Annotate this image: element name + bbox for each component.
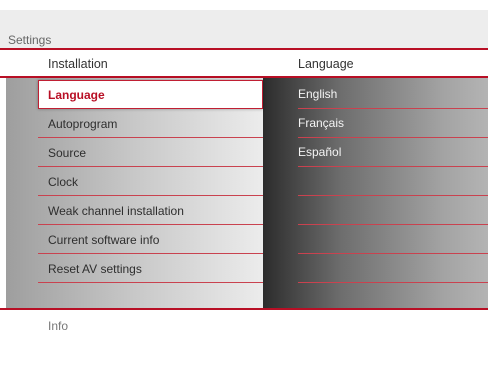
menu-item-label: Language xyxy=(48,88,105,102)
language-header: Language xyxy=(298,57,354,71)
option-empty xyxy=(298,225,488,254)
menu-item-label: Current software info xyxy=(48,233,160,247)
menu-item-current-software-info[interactable]: Current software info xyxy=(38,225,263,254)
option-english[interactable]: English xyxy=(298,80,488,109)
menu-item-label: Source xyxy=(48,146,87,160)
installation-header: Installation xyxy=(48,57,108,71)
menu-item-language[interactable]: Language xyxy=(38,80,263,109)
option-label: Français xyxy=(298,116,345,130)
option-empty xyxy=(298,196,488,225)
menu-item-label: Reset AV settings xyxy=(48,262,142,276)
info-label: Info xyxy=(48,319,69,333)
footer-divider xyxy=(0,308,488,310)
option-espanol[interactable]: Español xyxy=(298,138,488,167)
menu-item-label: Clock xyxy=(48,175,79,189)
option-francais[interactable]: Français xyxy=(298,109,488,138)
menu-item-source[interactable]: Source xyxy=(38,138,263,167)
menu-item-label: Weak channel installation xyxy=(48,204,184,218)
option-empty xyxy=(298,254,488,283)
option-label: English xyxy=(298,87,338,101)
menu-item-autoprogram[interactable]: Autoprogram xyxy=(38,109,263,138)
option-label: Español xyxy=(298,145,342,159)
page-title: Settings xyxy=(8,33,52,47)
option-empty xyxy=(298,167,488,196)
title-divider xyxy=(0,48,488,50)
title-bar xyxy=(0,10,488,48)
menu-item-weak-channel-installation[interactable]: Weak channel installation xyxy=(38,196,263,225)
menu-item-clock[interactable]: Clock xyxy=(38,167,263,196)
menu-item-reset-av-settings[interactable]: Reset AV settings xyxy=(38,254,263,283)
menu-item-label: Autoprogram xyxy=(48,117,118,131)
